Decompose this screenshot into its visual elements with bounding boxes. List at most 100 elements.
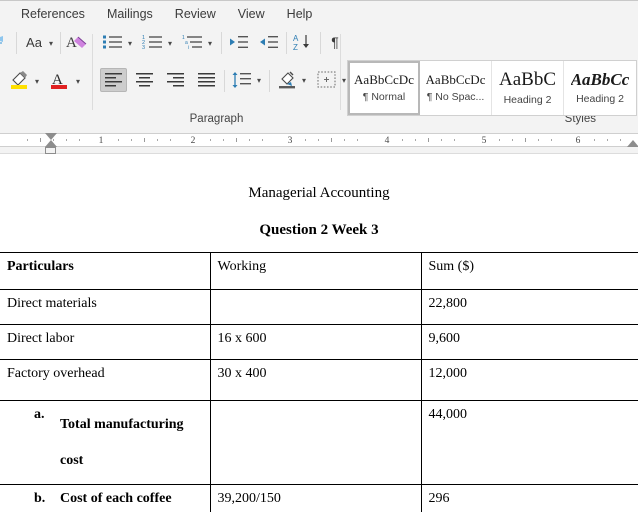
table-row: b. Cost of each coffee 39,200/150 296 [0,484,638,512]
style-name-heading-2: Heading 2 [576,92,624,105]
row-sum: 296 [428,491,450,507]
row-label: Total manufacturing cost [60,417,184,468]
change-case-button[interactable]: Aa [20,31,48,53]
accounting-table: Particulars Working Sum ($) Direct mater… [0,252,638,512]
document-title: Managerial Accounting [248,185,390,201]
table-row: Direct materials 22,800 [0,289,638,325]
list-item: a. Total manufacturing cost [0,407,204,478]
style-preview-heading-1: AaBbC [499,70,556,90]
row-sum: 44,000 [428,407,468,422]
highlight-chevron-down-icon[interactable]: ▾ [35,77,39,86]
ribbon-group-paragraph: ▾ 1 2 3 ▾ 1 a i ▾ A Z ¶ ▾ ▾ ▾ Paragraph [93,28,346,144]
table-header-row: Particulars Working Sum ($) [0,252,638,290]
pilcrow-glyph: ¶ [331,34,339,50]
row-sum: 12,000 [428,366,468,381]
ruler-number-2: 2 [190,136,196,146]
shading-icon[interactable] [274,68,300,92]
multilevel-list-icon[interactable]: 1 a i [180,31,206,53]
row-label: Direct labor [7,331,75,346]
font-color-icon[interactable]: A [47,68,73,92]
align-center-button[interactable] [131,68,158,92]
horizontal-ruler[interactable]: 1 2 3 4 5 6 [0,128,638,154]
row-label: Cost of each coffee [60,491,172,507]
svg-text:i: i [188,45,189,51]
ribbon-tab-bar: References Mailings Review View Help [0,0,638,28]
document-subtitle: Question 2 Week 3 [259,222,379,238]
style-name-no-spacing: ¶ No Spac... [426,90,485,103]
paragraph-divider-5 [269,70,270,92]
paragraph-divider-1 [221,32,222,54]
table-header-particulars: Particulars [7,259,74,274]
style-item-heading-1[interactable]: AaBbC Heading 2 [492,61,564,115]
list-item: b. Cost of each coffee [0,491,204,507]
ruler-number-1: 1 [98,136,104,146]
tab-view[interactable]: View [227,1,276,28]
tab-mailings[interactable]: Mailings [96,1,164,28]
row-working: 39,200/150 [217,491,281,507]
change-case-chevron-down-icon[interactable]: ▾ [49,39,53,48]
first-line-indent-marker[interactable] [45,133,57,140]
clear-formatting-icon[interactable]: A [64,31,90,53]
bullets-chevron-down-icon[interactable]: ▾ [128,39,132,48]
justify-button[interactable] [193,68,220,92]
table-header-working: Working [217,259,267,274]
style-item-heading-2[interactable]: AaBbCс Heading 2 [564,61,636,115]
tab-review[interactable]: Review [164,1,227,28]
ruler-number-5: 5 [481,136,487,146]
multilevel-list-chevron-down-icon[interactable]: ▾ [208,39,212,48]
font-divider-1 [16,32,17,54]
document-page[interactable]: Managerial Accounting Question 2 Week 3 … [0,155,638,512]
sort-icon[interactable]: A Z [290,31,316,53]
table-row: Factory overhead 30 x 400 12,000 [0,359,638,401]
ribbon-body: Aa ▾ A ▾ A ▾ ▾ 1 2 3 ▾ 1 a i ▾ A Z ¶ ▾ ▾… [0,28,638,144]
row-working: 16 x 600 [217,331,267,346]
decrease-indent-icon[interactable] [226,31,252,53]
hanging-indent-marker[interactable] [45,140,57,147]
left-indent-marker[interactable] [45,147,56,154]
style-preview-heading-2: AaBbCс [570,71,630,89]
numbering-icon[interactable]: 1 2 3 [140,31,166,53]
styles-gallery: AaBbCcDc ¶ Normal AaBbCcDc ¶ No Spac... … [347,60,637,116]
change-case-label: Aa [26,34,42,50]
svg-text:Z: Z [293,43,298,52]
row-marker: a. [34,407,45,422]
style-name-heading-1: Heading 2 [503,93,552,106]
svg-text:A: A [293,34,299,43]
paragraph-divider-4 [224,70,225,92]
style-item-no-spacing[interactable]: AaBbCcDc ¶ No Spac... [420,61,492,115]
style-name-normal: ¶ Normal [362,90,406,103]
bullets-icon[interactable] [100,31,126,53]
shading-chevron-down-icon[interactable]: ▾ [302,76,306,85]
ribbon-group-font: Aa ▾ A ▾ A ▾ [0,28,92,144]
tab-references[interactable]: References [10,1,96,28]
ribbon: References Mailings Review View Help Aa … [0,0,638,144]
paragraph-divider-2 [286,32,287,54]
align-right-button[interactable] [162,68,189,92]
format-painter-icon[interactable] [0,32,12,52]
table-row: a. Total manufacturing cost 44,000 [0,399,638,486]
line-spacing-chevron-down-icon[interactable]: ▾ [257,76,261,85]
line-spacing-icon[interactable] [229,68,255,92]
row-sum: 9,600 [428,331,461,346]
right-indent-marker[interactable] [627,140,638,147]
table-row: Direct labor 16 x 600 9,600 [0,324,638,360]
style-preview-normal: AaBbCcDc [354,73,414,87]
ruler-number-4: 4 [384,136,390,146]
align-left-button[interactable] [100,68,127,92]
ruler-number-3: 3 [287,136,293,146]
table-header-sum: Sum ($) [428,259,475,274]
text-highlight-color-icon[interactable] [6,68,32,92]
font-divider-2 [60,32,61,54]
row-sum: 22,800 [428,296,468,311]
borders-icon[interactable] [314,68,340,92]
style-preview-no-spacing: AaBbCcDc [425,73,486,87]
font-color-chevron-down-icon[interactable]: ▾ [76,77,80,86]
paragraph-group-label: Paragraph [189,113,244,125]
ruler-track [0,133,638,147]
tab-help[interactable]: Help [276,1,324,28]
svg-text:3: 3 [142,45,145,51]
increase-indent-icon[interactable] [256,31,282,53]
style-item-normal[interactable]: AaBbCcDc ¶ Normal [348,61,420,115]
numbering-chevron-down-icon[interactable]: ▾ [168,39,172,48]
row-marker: b. [34,491,46,507]
